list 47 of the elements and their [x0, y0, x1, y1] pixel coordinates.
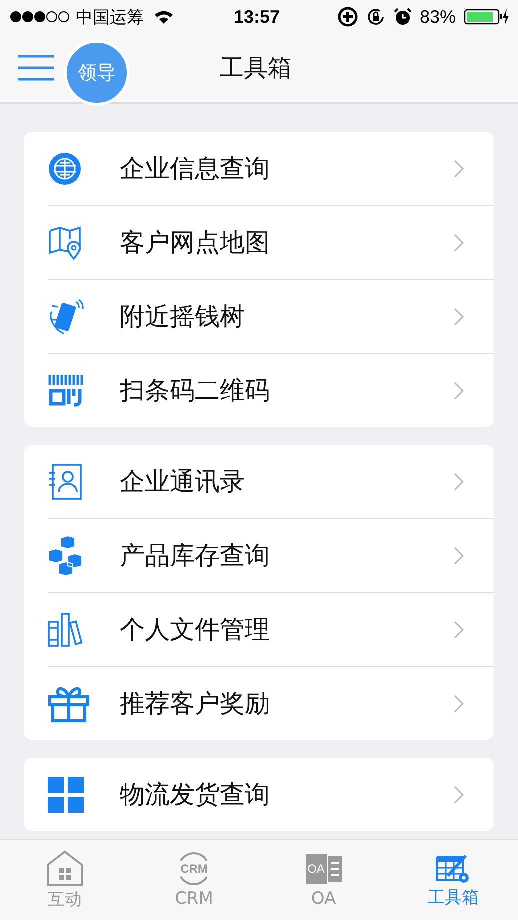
tool-item[interactable]: 推荐客户奖励: [48, 667, 494, 740]
signal-icon: [10, 11, 70, 23]
chevron-right-icon: [454, 160, 464, 178]
battery-charging-icon: [464, 8, 510, 26]
books-icon: [48, 612, 84, 648]
chevron-right-icon: [454, 382, 464, 400]
barcode-icon: [48, 374, 84, 408]
tool-label: 个人文件管理: [120, 614, 271, 646]
map-pin-icon: [48, 224, 84, 260]
chevron-right-icon: [454, 472, 464, 490]
tool-label: 扫条码二维码: [120, 375, 271, 407]
contact-card-icon: [48, 464, 82, 500]
tool-item[interactable]: 产品库存查询: [48, 519, 494, 593]
clock-time: 13:57: [234, 6, 280, 28]
wifi-icon: [154, 10, 174, 24]
tool-label: 附近摇钱树: [120, 301, 246, 333]
chevron-right-icon: [454, 234, 464, 252]
tab-bar-item[interactable]: 工具箱: [388, 840, 518, 920]
tool-label: 产品库存查询: [120, 540, 271, 572]
menu-icon[interactable]: [18, 55, 54, 81]
rotation-lock-icon: [366, 7, 386, 27]
tool-label: 企业信息查询: [120, 153, 271, 185]
tool-label: 推荐客户奖励: [120, 688, 271, 720]
tool-item[interactable]: 个人文件管理: [48, 593, 494, 667]
tool-item[interactable]: 客户网点地图: [48, 206, 494, 280]
tool-item[interactable]: 扫条码二维码: [48, 354, 494, 427]
plus-circle-icon: [338, 7, 358, 27]
grid-icon: [48, 776, 84, 812]
tool-item[interactable]: 附近摇钱树: [48, 280, 494, 354]
tool-label: 客户网点地图: [120, 227, 271, 259]
tool-label: 物流发货查询: [120, 779, 271, 811]
phone-in-hand-icon: [48, 298, 84, 336]
house-icon: [46, 850, 83, 886]
tool-item[interactable]: 企业通讯录: [48, 445, 494, 519]
gift-icon: [48, 684, 90, 722]
carrier-name: 中国运筹: [76, 6, 144, 28]
chevron-right-icon: [454, 308, 464, 326]
battery-percent: 83%: [420, 6, 456, 28]
chevron-right-icon: [454, 786, 464, 804]
coin-icon: [48, 152, 82, 186]
chevron-right-icon: [454, 620, 464, 638]
page-title: 工具箱: [220, 53, 292, 84]
tool-label: 企业通讯录: [120, 466, 246, 498]
chevron-right-icon: [454, 546, 464, 564]
tool-item[interactable]: 企业信息查询: [48, 132, 494, 206]
alarm-icon: [394, 8, 412, 26]
chevron-right-icon: [454, 694, 464, 712]
